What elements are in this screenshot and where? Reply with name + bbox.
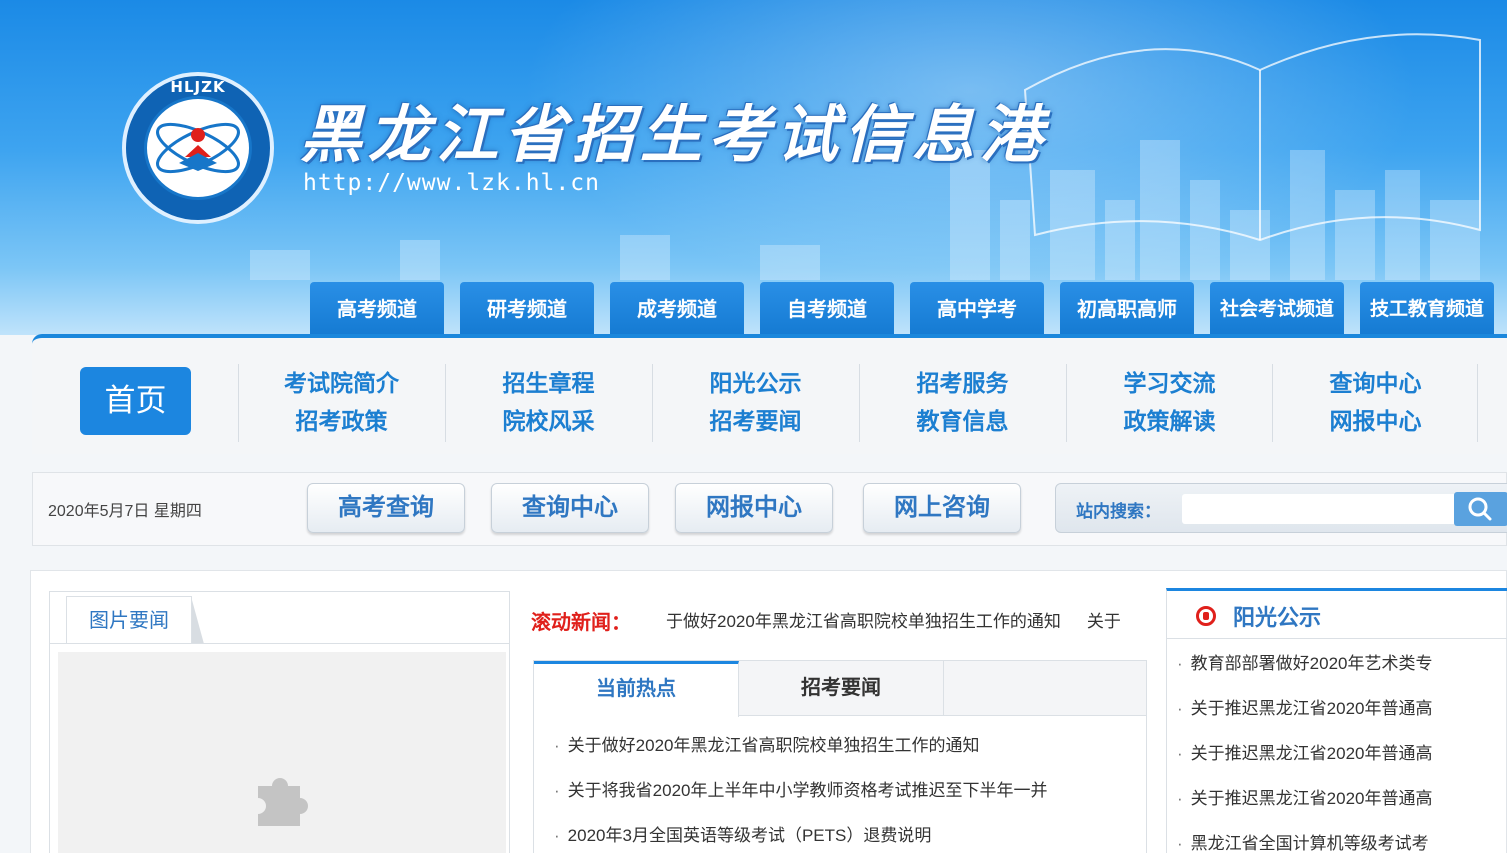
- nav-link-jiaoyu[interactable]: 教育信息: [860, 402, 1065, 440]
- scrolling-news-ticker: 于做好2020年黑龙江省高职院校单独招生工作的通知 关于: [666, 607, 1148, 632]
- nav-link-yaowen[interactable]: 招考要闻: [653, 402, 858, 440]
- channel-tab-shehui[interactable]: 社会考试频道: [1210, 282, 1344, 334]
- site-banner: HLJZK 黑龙江省招生考试信息港 http://www.lzk.hl.cn 高…: [0, 0, 1507, 335]
- picture-news-tab[interactable]: 图片要闻: [66, 596, 192, 644]
- nav-link-jiedu[interactable]: 政策解读: [1067, 402, 1272, 440]
- nav-column-4: 招考服务 教育信息: [859, 364, 1065, 442]
- channel-tab-zhigao[interactable]: 初高职高师: [1060, 282, 1194, 334]
- sunshine-header: 阳光公示: [1167, 591, 1507, 639]
- logo-emblem: [144, 96, 252, 200]
- search-button[interactable]: [1454, 492, 1507, 526]
- news-list: · 关于做好2020年黑龙江省高职院校单独招生工作的通知 · 关于将我省2020年上…: [554, 731, 1048, 853]
- sunshine-item-title[interactable]: 关于推迟黑龙江省2020年普通高: [1191, 789, 1433, 808]
- news-item-title[interactable]: 关于将我省2020年上半年中小学教师资格考试推迟至下半年一并: [568, 781, 1048, 800]
- nav-link-gongshi[interactable]: 阳光公示: [653, 364, 858, 402]
- site-search: 站内搜索：: [1055, 483, 1507, 533]
- online-registration-button[interactable]: 网报中心: [675, 483, 833, 533]
- nav-link-chaxun[interactable]: 查询中心: [1273, 364, 1478, 402]
- gaokao-query-button[interactable]: 高考查询: [307, 483, 465, 533]
- list-item[interactable]: · 黑龙江省全国计算机等级考试考: [1177, 829, 1507, 853]
- atom-emblem-icon: [156, 122, 240, 174]
- channel-tab-xuekao[interactable]: 高中学考: [910, 282, 1044, 334]
- news-panel: 当前热点 招考要闻 · 关于做好2020年黑龙江省高职院校单独招生工作的通知 · 关…: [533, 660, 1147, 853]
- search-input[interactable]: [1182, 494, 1456, 524]
- tab-shadow: [192, 600, 204, 644]
- sunshine-title[interactable]: 阳光公示: [1233, 600, 1321, 632]
- puzzle-icon: [258, 778, 308, 826]
- search-label: 站内搜索：: [1076, 502, 1161, 521]
- current-date: 2020年5月7日 星期四: [48, 503, 202, 520]
- list-item[interactable]: · 关于推迟黑龙江省2020年普通高: [1177, 784, 1507, 829]
- nav-link-fuwu[interactable]: 招考服务: [860, 364, 1065, 402]
- sunshine-item-title[interactable]: 黑龙江省全国计算机等级考试考: [1191, 834, 1429, 853]
- channel-tab-chengkao[interactable]: 成考频道: [610, 282, 744, 334]
- list-item[interactable]: · 关于推迟黑龙江省2020年普通高: [1177, 739, 1507, 784]
- picture-news-panel: 图片要闻: [49, 591, 510, 853]
- scrolling-news-label: 滚动新闻：: [531, 612, 631, 634]
- tab-current-hot[interactable]: 当前热点: [534, 661, 739, 717]
- nav-link-wangbao[interactable]: 网报中心: [1273, 402, 1478, 440]
- nav-link-kaoshiyuan[interactable]: 考试院简介: [239, 364, 444, 402]
- ticker-item[interactable]: 于做好2020年黑龙江省高职院校单独招生工作的通知: [666, 612, 1061, 631]
- sunshine-panel: 阳光公示 · 教育部部署做好2020年艺术类专 · 关于推迟黑龙江省2020年普通高…: [1166, 588, 1507, 853]
- tab-exam-news[interactable]: 招考要闻: [739, 661, 944, 716]
- query-center-button[interactable]: 查询中心: [491, 483, 649, 533]
- channel-tabs: 高考频道 研考频道 成考频道 自考频道 高中学考 初高职高师 社会考试频道 技工…: [0, 282, 1507, 334]
- news-tabs: 当前热点 招考要闻: [534, 661, 1146, 717]
- list-item[interactable]: · 关于将我省2020年上半年中小学教师资格考试推迟至下半年一并: [554, 776, 1048, 821]
- nav-link-zhangcheng[interactable]: 招生章程: [446, 364, 651, 402]
- sunshine-item-title[interactable]: 关于推迟黑龙江省2020年普通高: [1191, 699, 1433, 718]
- main-nav: 首页 考试院简介 招考政策 招生章程 院校风采 阳光公示 招考要闻 招考服务 教…: [32, 334, 1507, 454]
- nav-column-3: 阳光公示 招考要闻: [652, 364, 858, 442]
- channel-tab-gaokao[interactable]: 高考频道: [310, 282, 444, 334]
- home-button[interactable]: 首页: [80, 367, 191, 435]
- nav-divider: [1477, 364, 1478, 442]
- picture-placeholder[interactable]: [58, 652, 506, 853]
- list-item[interactable]: · 关于推迟黑龙江省2020年普通高: [1177, 694, 1507, 739]
- online-consult-button[interactable]: 网上咨询: [863, 483, 1021, 533]
- nav-link-zhengce[interactable]: 招考政策: [239, 402, 444, 440]
- nav-column-1: 考试院简介 招考政策: [238, 364, 444, 442]
- channel-tab-yankao[interactable]: 研考频道: [460, 282, 594, 334]
- list-item[interactable]: · 2020年3月全国英语等级考试（PETS）退费说明: [554, 821, 1048, 853]
- site-title: 黑龙江省招生考试信息港: [300, 98, 1049, 171]
- sunshine-badge-icon: [1196, 606, 1216, 626]
- nav-column-5: 学习交流 政策解读: [1066, 364, 1272, 442]
- channel-tab-zikao[interactable]: 自考频道: [760, 282, 894, 334]
- search-icon: [1468, 497, 1492, 521]
- nav-column-2: 招生章程 院校风采: [445, 364, 651, 442]
- nav-link-fengcai[interactable]: 院校风采: [446, 402, 651, 440]
- news-item-title[interactable]: 2020年3月全国英语等级考试（PETS）退费说明: [568, 826, 932, 845]
- site-logo[interactable]: HLJZK: [122, 72, 274, 224]
- channel-tab-jigong[interactable]: 技工教育频道: [1360, 282, 1494, 334]
- site-url[interactable]: http://www.lzk.hl.cn: [303, 170, 600, 196]
- list-item[interactable]: · 教育部部署做好2020年艺术类专: [1177, 649, 1507, 694]
- news-item-title[interactable]: 关于做好2020年黑龙江省高职院校单独招生工作的通知: [568, 736, 980, 755]
- nav-column-6: 查询中心 网报中心: [1272, 364, 1478, 442]
- ticker-item[interactable]: 关于: [1087, 612, 1121, 631]
- panel-divider: [50, 643, 509, 644]
- nav-link-xuexi[interactable]: 学习交流: [1067, 364, 1272, 402]
- sunshine-list: · 教育部部署做好2020年艺术类专 · 关于推迟黑龙江省2020年普通高 · 关于推…: [1177, 649, 1507, 853]
- logo-text: HLJZK: [170, 78, 226, 96]
- sunshine-item-title[interactable]: 关于推迟黑龙江省2020年普通高: [1191, 744, 1433, 763]
- quick-bar: 2020年5月7日 星期四 高考查询 查询中心 网报中心 网上咨询 站内搜索：: [32, 472, 1507, 546]
- main-content: 图片要闻 滚动新闻： 于做好2020年黑龙江省高职院校单独招生工作的通知 关于 当…: [30, 570, 1507, 853]
- sunshine-item-title[interactable]: 教育部部署做好2020年艺术类专: [1191, 654, 1433, 673]
- list-item[interactable]: · 关于做好2020年黑龙江省高职院校单独招生工作的通知: [554, 731, 1048, 776]
